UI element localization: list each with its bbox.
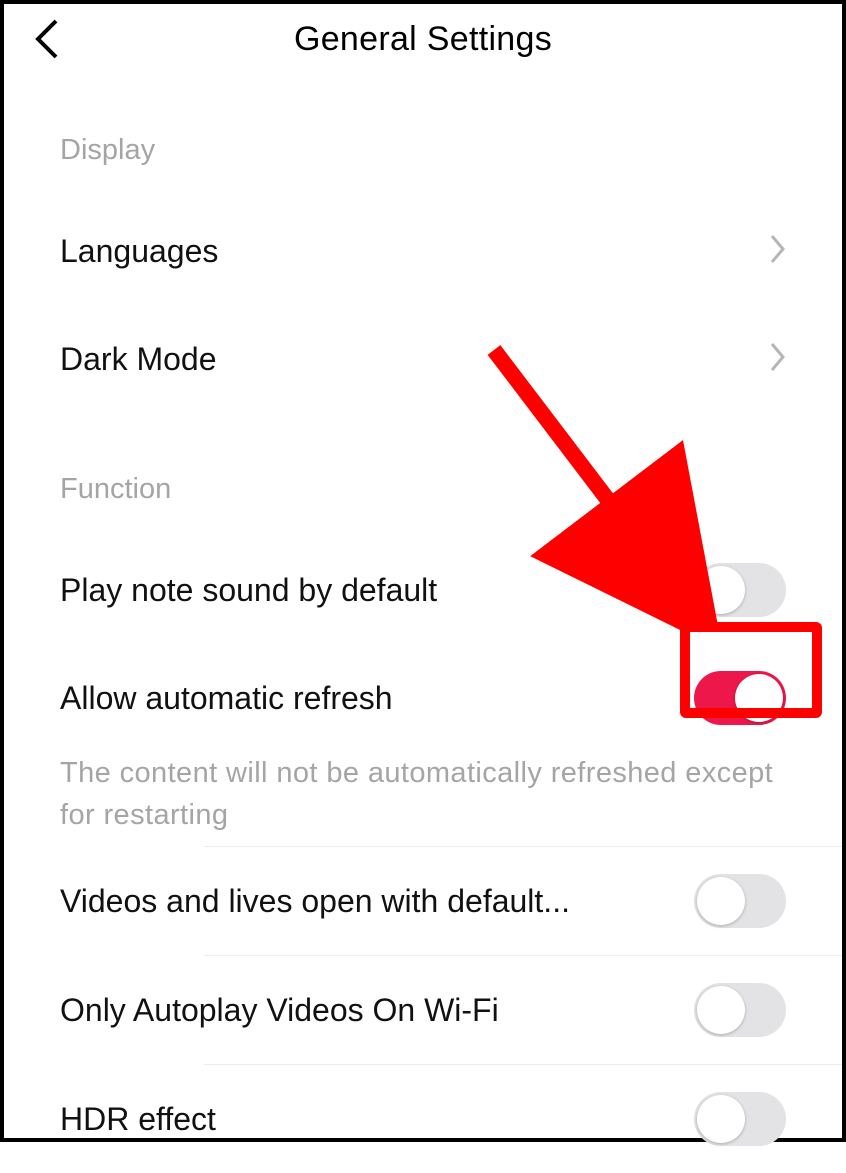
chevron-left-icon	[32, 17, 62, 61]
toggle-play-note-sound[interactable]	[694, 563, 786, 617]
row-label-videos-lives-default: Videos and lives open with default...	[60, 883, 570, 920]
row-videos-lives-default[interactable]: Videos and lives open with default...	[4, 847, 842, 955]
row-hdr-effect[interactable]: HDR effect	[4, 1065, 842, 1173]
row-desc-allow-auto-refresh: The content will not be automatically re…	[4, 752, 842, 846]
row-languages[interactable]: Languages	[4, 197, 842, 305]
back-button[interactable]	[22, 14, 72, 64]
row-label-hdr-effect: HDR effect	[60, 1101, 216, 1138]
toggle-knob	[697, 1095, 745, 1143]
toggle-hdr-effect[interactable]	[694, 1092, 786, 1146]
row-label-allow-auto-refresh: Allow automatic refresh	[60, 680, 393, 717]
page-title: General Settings	[294, 20, 552, 59]
toggle-knob	[697, 566, 745, 614]
chevron-right-icon	[770, 234, 786, 269]
toggle-allow-auto-refresh[interactable]	[694, 671, 786, 725]
chevron-right-icon	[770, 342, 786, 377]
row-label-only-autoplay-wifi: Only Autoplay Videos On Wi-Fi	[60, 992, 499, 1029]
row-label-dark-mode: Dark Mode	[60, 341, 217, 378]
row-label-languages: Languages	[60, 233, 218, 270]
toggle-knob	[697, 986, 745, 1034]
section-header-display: Display	[4, 74, 842, 167]
row-label-play-note-sound: Play note sound by default	[60, 572, 437, 609]
header: General Settings	[4, 4, 842, 74]
toggle-videos-lives-default[interactable]	[694, 874, 786, 928]
section-header-function: Function	[4, 413, 842, 506]
row-allow-auto-refresh[interactable]: Allow automatic refresh	[4, 644, 842, 752]
row-only-autoplay-wifi[interactable]: Only Autoplay Videos On Wi-Fi	[4, 956, 842, 1064]
toggle-only-autoplay-wifi[interactable]	[694, 983, 786, 1037]
row-play-note-sound[interactable]: Play note sound by default	[4, 536, 842, 644]
row-dark-mode[interactable]: Dark Mode	[4, 305, 842, 413]
toggle-knob	[735, 674, 783, 722]
toggle-knob	[697, 877, 745, 925]
